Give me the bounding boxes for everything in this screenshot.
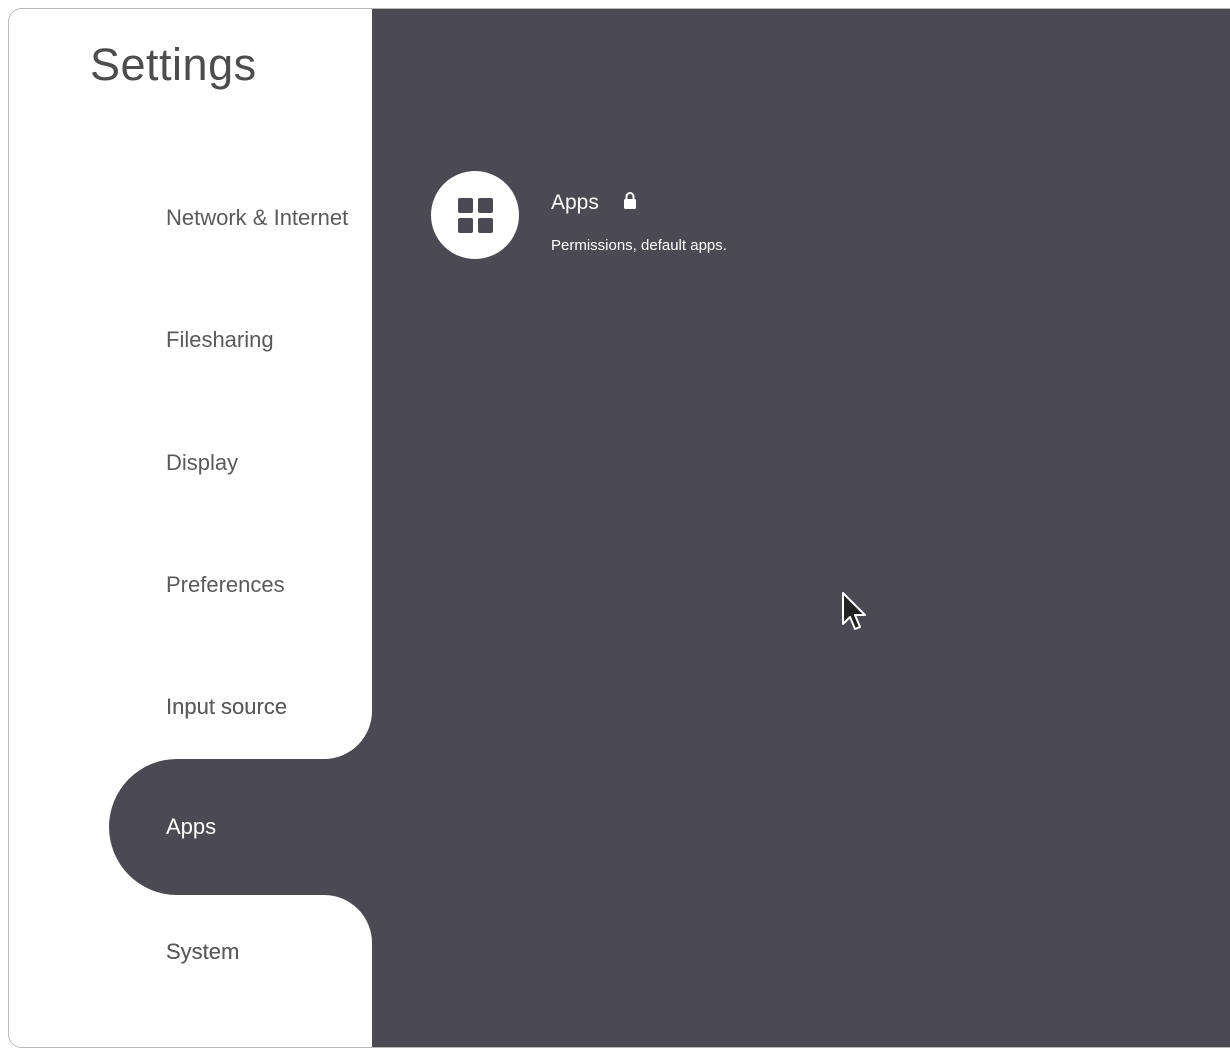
apps-icon-badge [431, 171, 519, 259]
sidebar-item-input-source-overlay[interactable]: Input source [166, 694, 287, 720]
apps-entry-title: Apps [551, 191, 599, 214]
apps-grid-icon [458, 198, 494, 234]
lock-icon [624, 192, 636, 209]
sidebar-item-apps-label: Apps [166, 814, 217, 839]
sidebar-item-network[interactable]: Network & Internet [166, 205, 348, 231]
sidebar-item-preferences[interactable]: Preferences [166, 572, 285, 598]
sidebar-item-system-overlay[interactable]: System [166, 939, 239, 965]
settings-detail-panel: Apps Permissions, default apps. [372, 9, 1230, 1047]
sidebar-item-display[interactable]: Display [166, 450, 238, 476]
apps-entry-subtitle: Permissions, default apps. [551, 237, 727, 254]
settings-window: Apps Permissions, default apps. Settings… [8, 8, 1230, 1048]
sidebar-item-apps[interactable]: Apps [109, 759, 379, 895]
mouse-cursor-icon [842, 592, 866, 630]
sidebar-item-input-source-label: Input source [166, 694, 288, 719]
sidebar-item-system-label: System [166, 939, 240, 964]
page-title: Settings [90, 39, 257, 90]
sidebar-item-filesharing[interactable]: Filesharing [166, 327, 274, 353]
apps-entry[interactable]: Apps Permissions, default apps. [429, 171, 849, 261]
